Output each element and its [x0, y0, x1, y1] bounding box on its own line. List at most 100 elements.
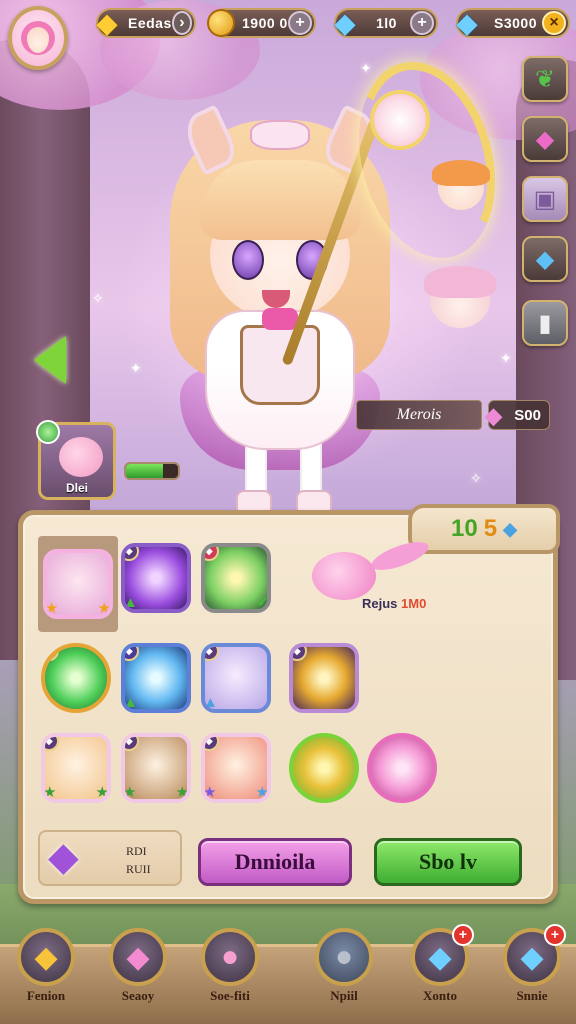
pink-shard-icon: ◆ [535, 125, 555, 153]
inventory-slot-4[interactable]: ★ [38, 640, 114, 716]
chibi-hair [424, 266, 496, 298]
redhead-portrait-icon: ◆ ★ ★ [201, 733, 271, 803]
character-name: Merois [356, 400, 482, 430]
craft-line-1: RDI [126, 844, 147, 858]
pet-element-icon [36, 420, 60, 444]
staff-orb [370, 90, 430, 150]
gem-icon: ◆ [457, 7, 477, 38]
side-button-chest[interactable]: ▣ [522, 176, 568, 222]
nav-label: Fenion [26, 988, 66, 1003]
sparkle-icon: ✧ [92, 290, 104, 306]
pet-caption-name: Rejus [362, 596, 398, 611]
star-icon: ★ [95, 784, 109, 801]
pet-label: Dlei [65, 481, 88, 495]
character-eye [232, 240, 264, 280]
star-icon: ★ [43, 784, 57, 801]
coin-icon [204, 6, 238, 40]
inventory-slot-10[interactable]: ◆ ★ ★ [198, 730, 274, 806]
pet-portrait-icon [59, 437, 103, 477]
character-vest [240, 325, 320, 405]
gold-gem-token-icon [289, 733, 359, 803]
pink-pet-token-icon [367, 733, 437, 803]
leaf-icon: ❦ [534, 65, 556, 93]
green-orb-icon: ★ [41, 643, 111, 713]
character-power: ◆ S00 [485, 400, 550, 430]
nav-label: Npiil [330, 988, 358, 1003]
inventory-slot-12[interactable] [364, 730, 440, 806]
add-coins-button[interactable]: + [288, 11, 312, 35]
arrow-icon: ▲ [203, 694, 218, 711]
close-icon[interactable]: × [542, 11, 566, 35]
notification-badge: + [452, 924, 474, 946]
resource-coins[interactable]: 1900 0 + [207, 8, 316, 38]
inventory-slot-6[interactable]: ◆ ▲ [198, 640, 274, 716]
nav-item-2[interactable]: ◆ Seaoy [100, 928, 176, 1020]
side-button-leaf[interactable]: ❦ [522, 56, 568, 102]
power-gem-icon: ◆ [485, 403, 502, 428]
secondary-action-button[interactable]: Sbo lv [374, 838, 522, 886]
nav-item-6[interactable]: ◆ Snnie + [494, 924, 570, 1020]
side-button-crystal[interactable]: ◆ [522, 236, 568, 282]
inventory-slot-11[interactable] [286, 730, 362, 806]
rank-badge-icon: ◆ [125, 547, 139, 561]
arrow-icon: ▲ [123, 594, 138, 611]
chevron-right-icon[interactable]: › [171, 11, 192, 35]
inventory-slot-9[interactable]: ◆ ★ ★ [118, 730, 194, 806]
chibi-hair [432, 160, 490, 186]
previous-arrow-icon[interactable] [34, 336, 66, 384]
nav-item-3[interactable]: ● Soe-fiti [192, 928, 268, 1020]
inventory-slot-7[interactable]: ◆ [286, 640, 362, 716]
inventory-counter: 10 5 ◆ [408, 504, 560, 554]
avatar-face-icon [21, 21, 55, 55]
bottom-nav-bar [0, 944, 576, 1024]
gold-shard-icon: ◆ [289, 643, 359, 713]
star-icon: ★ [175, 784, 189, 801]
craft-material[interactable]: ◆ RDI RUII [38, 830, 182, 886]
side-button-shard[interactable]: ◆ [522, 116, 568, 162]
nav-item-1[interactable]: ◆ Fenion [8, 928, 84, 1020]
star-icon: ★ [255, 784, 269, 801]
player-avatar[interactable] [8, 6, 68, 70]
pet-hp-fill [126, 464, 164, 478]
inventory-slot-3[interactable]: ◆ ✔ [198, 540, 274, 616]
rank-badge-icon: ◆ [293, 647, 307, 661]
chest-icon: ▣ [533, 185, 557, 213]
add-crystals-button[interactable]: + [410, 11, 434, 35]
resource-stars[interactable]: ◆ Eedas › [96, 8, 196, 38]
notification-badge: + [544, 924, 566, 946]
inventory-slot-2[interactable]: ◆ ▲ [118, 540, 194, 616]
star-gem-icon: ◆ [97, 7, 117, 38]
resource-crystals[interactable]: ◆ 1l0 + [334, 8, 438, 38]
pink-crystal-icon: ◆ [109, 928, 167, 986]
inventory-slot-5[interactable]: ◆ ▲ [118, 640, 194, 716]
nav-label: Soe-fiti [210, 988, 250, 1003]
diamond-icon: ◆ [503, 518, 517, 539]
side-button-tool[interactable]: ▮ [522, 300, 568, 346]
blue-crystal-icon: ◆ ▲ [121, 643, 191, 713]
purple-gem-icon: ◆ [48, 835, 79, 879]
inventory-slot-8[interactable]: ◆ ★ ★ [38, 730, 114, 806]
tool-icon: ▮ [538, 309, 552, 337]
star-icon: ★ [203, 784, 217, 801]
arrow-icon: ▲ [123, 694, 138, 711]
lilac-cat-portrait-icon: ◆ ▲ [201, 643, 271, 713]
star-icon: ★ [45, 600, 59, 617]
sparkle-icon: ✦ [130, 360, 142, 376]
rank-badge-icon: ◆ [205, 737, 219, 751]
nav-label: Snnie [516, 988, 548, 1003]
rank-badge-icon: ◆ [205, 647, 219, 661]
purple-orb-icon: ◆ ▲ [121, 543, 191, 613]
nav-item-5[interactable]: ◆ Xonto + [402, 924, 478, 1020]
resource-gems[interactable]: ◆ S3000 × [456, 8, 570, 38]
check-icon: ✔ [256, 594, 269, 611]
inventory-slot-1[interactable]: ★ ★ [38, 536, 118, 632]
primary-action-button[interactable]: Dnnioila [198, 838, 352, 886]
nav-label: Seaoy [121, 988, 155, 1003]
pink-cat-icon: ● [201, 928, 259, 986]
sparkle-icon: ✦ [500, 350, 512, 366]
character-bow [250, 120, 310, 150]
crystal-icon: ◆ [335, 7, 355, 38]
star-icon: ★ [123, 784, 137, 801]
nav-item-4[interactable]: ● Npiil [306, 928, 382, 1020]
gold-gem-icon: ◆ [17, 928, 75, 986]
